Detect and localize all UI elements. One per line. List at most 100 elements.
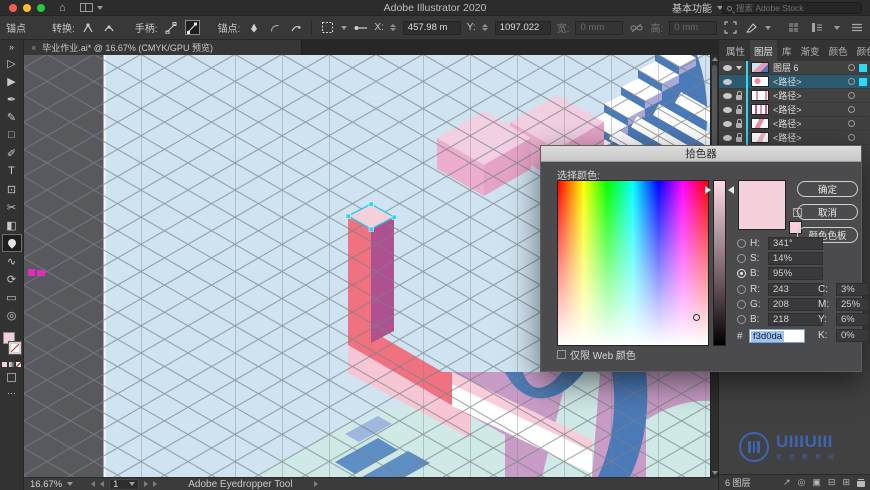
layer-name[interactable]: <路径> [773, 117, 802, 130]
add-anchor-button[interactable] [246, 20, 261, 35]
direct-selection-tool[interactable]: ▶ [2, 72, 22, 90]
ok-button[interactable]: 确定 [797, 181, 858, 197]
b2-radio[interactable] [737, 315, 746, 324]
pen-tool[interactable]: ✒ [2, 90, 22, 108]
new-sublayer-icon[interactable]: ⊟ [828, 477, 836, 488]
web-only-checkbox[interactable] [557, 350, 566, 359]
slider-arrow-right-icon[interactable] [728, 186, 734, 194]
stock-search-input[interactable]: 搜索 Adobe Stock [722, 2, 862, 14]
layer-name[interactable]: <路径> [773, 131, 802, 144]
visibility-eye-icon[interactable] [723, 92, 732, 99]
fill-stroke-swatches[interactable] [2, 332, 22, 358]
grid-options-icon[interactable] [786, 20, 801, 35]
collect-for-export-icon[interactable]: ↗ [783, 477, 791, 488]
draw-mode-icon[interactable] [7, 373, 16, 382]
last-artboard-icon[interactable] [153, 481, 158, 487]
chevron-down-icon[interactable] [765, 25, 772, 30]
lock-icon[interactable] [736, 118, 742, 128]
zoom-level[interactable]: 16.67% [30, 479, 62, 490]
selection-indicator[interactable] [859, 63, 867, 72]
selection-indicator[interactable] [859, 77, 867, 86]
chevron-down-icon[interactable] [67, 482, 74, 486]
y-value-field[interactable]: 1097.022 [494, 20, 551, 35]
b-value-field[interactable]: 95% [768, 267, 823, 280]
tab-color[interactable]: 颜色 [825, 40, 852, 61]
layer-row[interactable]: 图层 6 [719, 60, 870, 75]
cut-path-anchor-button[interactable] [288, 20, 303, 35]
zoom-tool[interactable]: ◎ [2, 306, 22, 324]
convert-to-smooth-button[interactable] [102, 20, 117, 35]
layer-row[interactable]: <路径> [719, 130, 870, 145]
color-mode-buttons[interactable] [2, 362, 21, 367]
g-value-field[interactable]: 208 [768, 298, 823, 311]
target-circle-icon[interactable] [848, 64, 855, 71]
type-tool[interactable]: T [2, 162, 22, 180]
curvature-tool[interactable]: ✎ [2, 108, 22, 126]
scrollbar-thumb[interactable] [712, 65, 717, 155]
previous-artboard-icon[interactable] [100, 481, 105, 487]
select-similar-button[interactable] [320, 20, 335, 35]
link-dimensions-icon[interactable] [629, 20, 644, 35]
visibility-eye-icon[interactable] [723, 120, 732, 127]
x-stepper[interactable] [389, 24, 396, 31]
b2-value-field[interactable]: 218 [768, 313, 823, 326]
c-value-field[interactable]: 3% [836, 283, 869, 296]
isolate-object-icon[interactable] [353, 20, 368, 35]
corner-anchor-icon[interactable] [267, 20, 282, 35]
rotate-tool[interactable]: ⟳ [2, 270, 22, 288]
tab-color-guide[interactable]: 颜色参 [853, 40, 870, 61]
layer-row[interactable]: <路径> [719, 88, 870, 103]
document-tab[interactable]: × 毕业作业.ai* @ 16.67% (CMYK/GPU 预览) [24, 40, 302, 55]
hide-handles-button[interactable] [164, 20, 179, 35]
y-stepper[interactable] [481, 24, 488, 31]
style-icon[interactable] [744, 20, 759, 35]
layer-row[interactable]: <路径> [719, 102, 870, 117]
s-radio[interactable] [737, 254, 746, 263]
tab-properties[interactable]: 属性 [722, 40, 749, 61]
workspace-switcher[interactable]: 基本功能 [672, 0, 723, 15]
toolbar-collapse-icon[interactable]: » [2, 40, 22, 54]
r-radio[interactable] [737, 285, 746, 294]
target-circle-icon[interactable] [848, 92, 855, 99]
target-circle-icon[interactable] [848, 134, 855, 141]
convert-to-corner-button[interactable] [81, 20, 96, 35]
color-field-marker[interactable] [693, 314, 700, 321]
brightness-slider[interactable] [713, 180, 726, 346]
layer-row[interactable]: <路径> [719, 74, 870, 89]
new-layer-icon[interactable]: ⊞ [842, 477, 850, 488]
close-document-icon[interactable]: × [31, 43, 36, 53]
stroke-swatch[interactable] [7, 341, 22, 355]
tab-gradient[interactable]: 渐变 [797, 40, 824, 61]
r-value-field[interactable]: 243 [768, 283, 823, 296]
visibility-eye-icon[interactable] [723, 64, 732, 71]
slider-arrow-left-icon[interactable] [705, 186, 711, 194]
layer-row[interactable]: <路径> [719, 116, 870, 131]
target-circle-icon[interactable] [848, 120, 855, 127]
transform-icon[interactable] [723, 20, 738, 35]
make-clipping-mask-icon[interactable]: ▣ [812, 477, 821, 488]
visibility-eye-icon[interactable] [723, 78, 732, 85]
chevron-down-icon[interactable] [341, 25, 348, 30]
tab-layers[interactable]: 图层 [750, 40, 778, 61]
paintbrush-tool[interactable]: ✐ [2, 144, 22, 162]
chevron-down-icon[interactable] [834, 25, 840, 30]
eyedropper-tool[interactable] [1, 234, 22, 252]
first-artboard-icon[interactable] [91, 481, 96, 487]
target-circle-icon[interactable] [848, 78, 855, 85]
status-options-icon[interactable] [313, 481, 318, 487]
h-value-field[interactable]: 341° [768, 237, 823, 250]
dialog-title[interactable]: 拾色器 [541, 146, 861, 162]
menu-lines-icon[interactable] [849, 20, 864, 35]
show-handles-button[interactable] [184, 20, 200, 35]
delete-layer-icon[interactable] [857, 478, 865, 487]
locate-object-icon[interactable]: ◎ [798, 477, 806, 488]
visibility-eye-icon[interactable] [723, 134, 732, 141]
expand-layer-icon[interactable] [736, 65, 742, 70]
artboard-tool[interactable]: ▭ [2, 288, 22, 306]
layer-name[interactable]: <路径> [773, 89, 802, 102]
g-radio[interactable] [737, 300, 746, 309]
more-tools-icon[interactable]: ⋯ [2, 386, 22, 400]
s-value-field[interactable]: 14% [768, 252, 823, 265]
rectangle-tool[interactable]: □ [2, 126, 22, 144]
panel-arrange-icon[interactable] [810, 20, 825, 35]
